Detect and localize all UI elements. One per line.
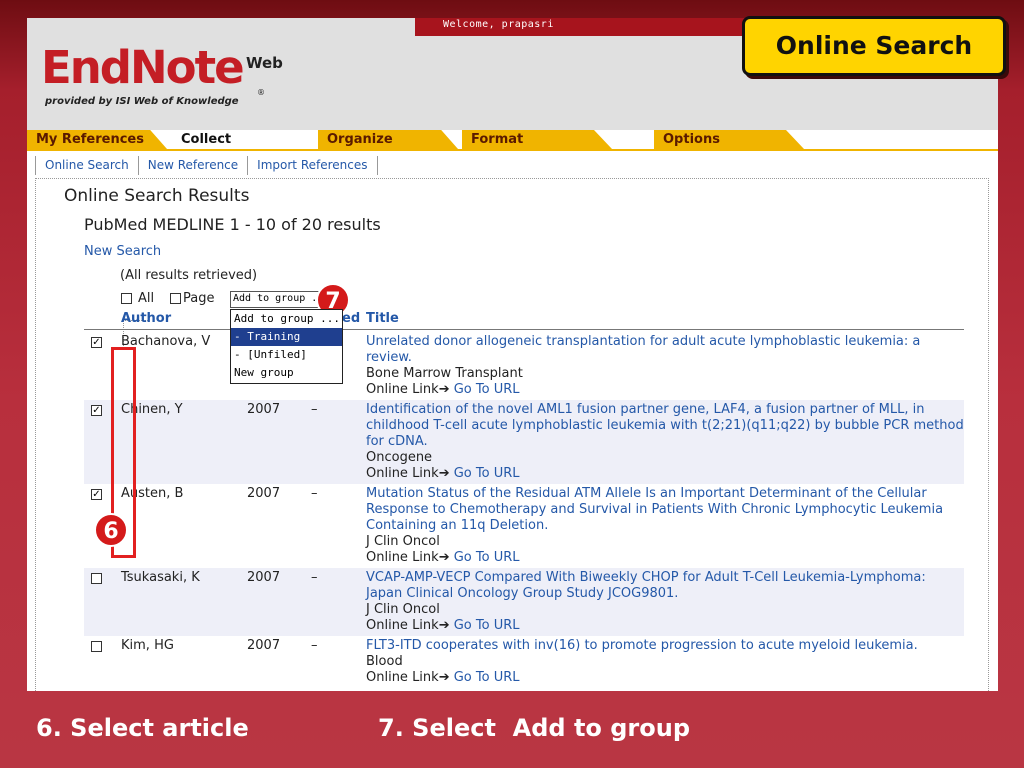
online-link-label: Online Link xyxy=(366,670,439,685)
dropdown-option-unfiled[interactable]: - [Unfiled] xyxy=(231,346,342,364)
row-checkbox[interactable]: ✓ xyxy=(91,337,102,348)
online-link-label: Online Link xyxy=(366,382,439,397)
table-row: Kim, HG 2007 – FLT3-ITD cooperates with … xyxy=(84,636,964,691)
go-to-url-link[interactable]: Go To URL xyxy=(454,382,520,397)
caption-step-6: 6. Select article xyxy=(36,714,249,742)
retrieved-status: (All results retrieved) xyxy=(120,268,258,283)
go-to-url-link[interactable]: Go To URL xyxy=(454,466,520,481)
row-dash: – xyxy=(311,570,318,585)
dropdown-option-training[interactable]: - Training xyxy=(231,328,342,346)
row-author: Tsukasaki, K xyxy=(121,570,200,585)
online-link-label: Online Link xyxy=(366,618,439,633)
browser-window: Welcome, prapasri EndNote Web ® provided… xyxy=(27,18,998,691)
logo-web-text: Web xyxy=(246,54,283,72)
subnav-import-references[interactable]: Import References xyxy=(247,156,378,175)
caption-step-7: 7. Select Add to group xyxy=(378,714,691,742)
logo-tagline: provided by ISI Web of Knowledge xyxy=(45,96,239,107)
tab-format[interactable]: Format xyxy=(462,130,612,149)
tab-my-references[interactable]: My References xyxy=(27,130,167,149)
row-journal: Oncogene xyxy=(366,450,433,465)
row-dash: – xyxy=(311,486,318,501)
row-title-link[interactable]: Mutation Status of the Residual ATM Alle… xyxy=(366,486,966,534)
row-online-link: Online Link➔ Go To URL xyxy=(366,670,966,686)
arrow-icon: ➔ xyxy=(438,466,454,481)
column-divider xyxy=(84,329,964,330)
row-checkbox[interactable] xyxy=(91,641,102,652)
sub-navigation: Online Search New Reference Import Referen… xyxy=(35,156,378,176)
main-tabs: My References Collect Organize Format Op… xyxy=(27,130,998,150)
add-to-group-dropdown: Add to group ... - Training - [Unfiled] … xyxy=(230,309,343,384)
subnav-new-reference[interactable]: New Reference xyxy=(137,156,247,175)
row-online-link: Online Link➔ Go To URL xyxy=(366,382,966,398)
row-title-link[interactable]: Unrelated donor allogeneic transplantati… xyxy=(366,334,966,366)
column-year-partial[interactable]: ed xyxy=(342,311,360,326)
results-count: PubMed MEDLINE 1 - 10 of 20 results xyxy=(84,215,381,234)
arrow-icon: ➔ xyxy=(438,618,454,633)
row-journal: Bone Marrow Transplant xyxy=(366,366,523,381)
endnote-logo: EndNote Web ® provided by ISI Web of Kno… xyxy=(41,41,283,108)
tab-underline xyxy=(27,149,998,151)
tab-options[interactable]: Options xyxy=(654,130,804,149)
page-title: Online Search Results xyxy=(64,186,250,206)
welcome-text: Welcome, prapasri xyxy=(443,19,554,30)
row-dash: – xyxy=(311,402,318,417)
row-online-link: Online Link➔ Go To URL xyxy=(366,466,966,482)
online-link-label: Online Link xyxy=(366,550,439,565)
row-author: Kim, HG xyxy=(121,638,174,653)
row-online-link: Online Link➔ Go To URL xyxy=(366,550,966,566)
online-search-callout: Online Search xyxy=(742,16,1006,76)
go-to-url-link[interactable]: Go To URL xyxy=(454,550,520,565)
row-year: 2007 xyxy=(247,638,281,653)
select-page-checkbox[interactable] xyxy=(170,293,181,304)
row-title-link[interactable]: FLT3-ITD cooperates with inv(16) to prom… xyxy=(366,638,966,654)
online-link-label: Online Link xyxy=(366,466,439,481)
column-title[interactable]: Title xyxy=(366,311,399,326)
arrow-icon: ➔ xyxy=(438,382,454,397)
row-online-link: Online Link➔ Go To URL xyxy=(366,618,966,634)
table-row: ✓ Chinen, Y 2007 – Identification of the… xyxy=(84,400,964,484)
dropdown-option-add-to-group[interactable]: Add to group ... xyxy=(231,310,342,328)
column-headers: Author ed Title xyxy=(27,311,998,329)
row-journal: J Clin Oncol xyxy=(366,602,440,617)
dropdown-option-new-group[interactable]: New group xyxy=(231,364,342,382)
logo-text: EndNote xyxy=(41,41,245,94)
row-title-link[interactable]: Identification of the novel AML1 fusion … xyxy=(366,402,966,450)
table-row: ✓ Austen, B 2007 – Mutation Status of th… xyxy=(84,484,964,568)
arrow-icon: ➔ xyxy=(438,550,454,565)
row-checkbox[interactable]: ✓ xyxy=(91,489,102,500)
row-dash: – xyxy=(311,638,318,653)
select-all-checkbox[interactable] xyxy=(121,293,132,304)
row-journal: J Clin Oncol xyxy=(366,534,440,549)
arrow-icon: ➔ xyxy=(438,670,454,685)
row-journal: Blood xyxy=(366,654,403,669)
new-search-link[interactable]: New Search xyxy=(84,244,161,259)
row-year: 2007 xyxy=(247,570,281,585)
column-author[interactable]: Author xyxy=(121,311,171,326)
select-page-label: Page xyxy=(183,291,215,306)
go-to-url-link[interactable]: Go To URL xyxy=(454,670,520,685)
row-checkbox[interactable] xyxy=(91,573,102,584)
tab-collect[interactable]: Collect xyxy=(172,130,312,149)
row-checkbox[interactable]: ✓ xyxy=(91,405,102,416)
table-row: Tsukasaki, K 2007 – VCAP-AMP-VECP Compar… xyxy=(84,568,964,636)
add-to-group-select[interactable]: Add to group ... xyxy=(230,291,322,308)
row-title-link[interactable]: VCAP-AMP-VECP Compared With Biweekly CHO… xyxy=(366,570,966,602)
row-year: 2007 xyxy=(247,486,281,501)
row-year: 2007 xyxy=(247,402,281,417)
tab-organize[interactable]: Organize xyxy=(318,130,458,149)
subnav-online-search[interactable]: Online Search xyxy=(35,156,138,175)
step-6-badge: 6 xyxy=(94,513,128,547)
logo-registered: ® xyxy=(257,88,265,97)
go-to-url-link[interactable]: Go To URL xyxy=(454,618,520,633)
select-all-label: All xyxy=(138,291,155,306)
table-row: ✓ Bachanova, V Unrelated donor allogenei… xyxy=(84,332,964,400)
